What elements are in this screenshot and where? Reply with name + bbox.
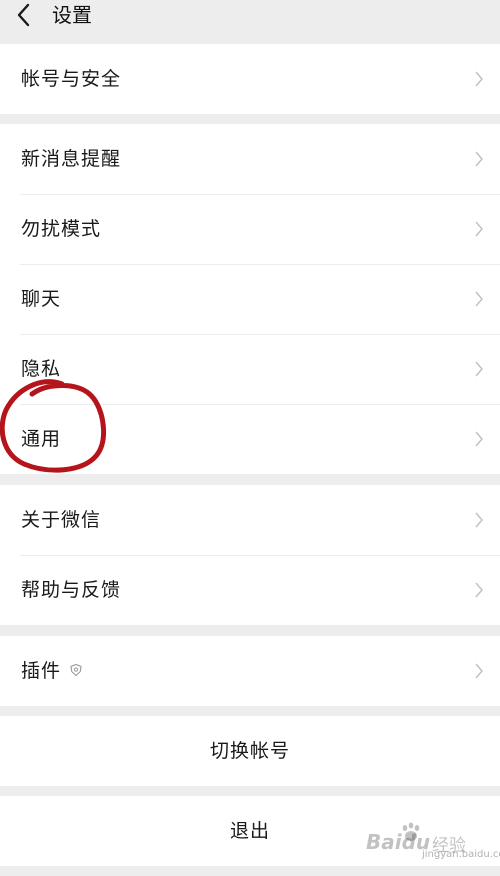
settings-item-label: 插件 xyxy=(21,659,83,683)
chevron-right-icon xyxy=(474,662,484,680)
settings-item-label: 聊天 xyxy=(21,288,62,310)
switch-account-label: 切换帐号 xyxy=(209,740,290,762)
chevron-right-icon xyxy=(474,360,484,378)
settings-item-plugins[interactable]: 插件 xyxy=(0,636,500,706)
settings-item-label: 隐私 xyxy=(21,358,62,380)
chevron-right-icon xyxy=(474,511,484,529)
settings-item-label: 关于微信 xyxy=(21,509,102,531)
settings-item-chat[interactable]: 聊天 xyxy=(0,264,500,334)
settings-group-plugins: 插件 xyxy=(0,636,500,706)
settings-group-about: 关于微信 帮助与反馈 xyxy=(0,485,500,625)
settings-item-label: 通用 xyxy=(21,428,62,450)
settings-item-account-security[interactable]: 帐号与安全 xyxy=(0,44,500,114)
logout-label: 退出 xyxy=(229,820,270,842)
settings-item-about-wechat[interactable]: 关于微信 xyxy=(0,485,500,555)
settings-item-label: 帐号与安全 xyxy=(21,68,122,90)
settings-item-privacy[interactable]: 隐私 xyxy=(0,334,500,404)
chevron-right-icon xyxy=(474,290,484,308)
settings-group-main: 新消息提醒 勿扰模式 聊天 隐私 通用 xyxy=(0,124,500,474)
settings-item-label: 帮助与反馈 xyxy=(21,579,122,601)
chevron-right-icon xyxy=(474,70,484,88)
back-button[interactable] xyxy=(10,0,38,32)
settings-item-label: 新消息提醒 xyxy=(21,148,122,170)
settings-item-help-feedback[interactable]: 帮助与反馈 xyxy=(0,555,500,625)
settings-item-label: 勿扰模式 xyxy=(21,218,102,240)
plugins-label-text: 插件 xyxy=(21,660,62,682)
settings-group-account: 帐号与安全 xyxy=(0,44,500,114)
logout-button[interactable]: 退出 xyxy=(0,796,500,866)
chevron-right-icon xyxy=(474,150,484,168)
chevron-right-icon xyxy=(474,430,484,448)
top-bar: 设置 xyxy=(0,0,500,42)
plugin-shield-icon xyxy=(69,663,83,677)
chevron-right-icon xyxy=(474,220,484,238)
switch-account-button[interactable]: 切换帐号 xyxy=(0,716,500,786)
settings-item-general[interactable]: 通用 xyxy=(0,404,500,474)
page-title: 设置 xyxy=(52,3,92,27)
chevron-right-icon xyxy=(474,581,484,599)
chevron-left-icon xyxy=(17,3,30,27)
settings-item-do-not-disturb[interactable]: 勿扰模式 xyxy=(0,194,500,264)
settings-item-notifications[interactable]: 新消息提醒 xyxy=(0,124,500,194)
